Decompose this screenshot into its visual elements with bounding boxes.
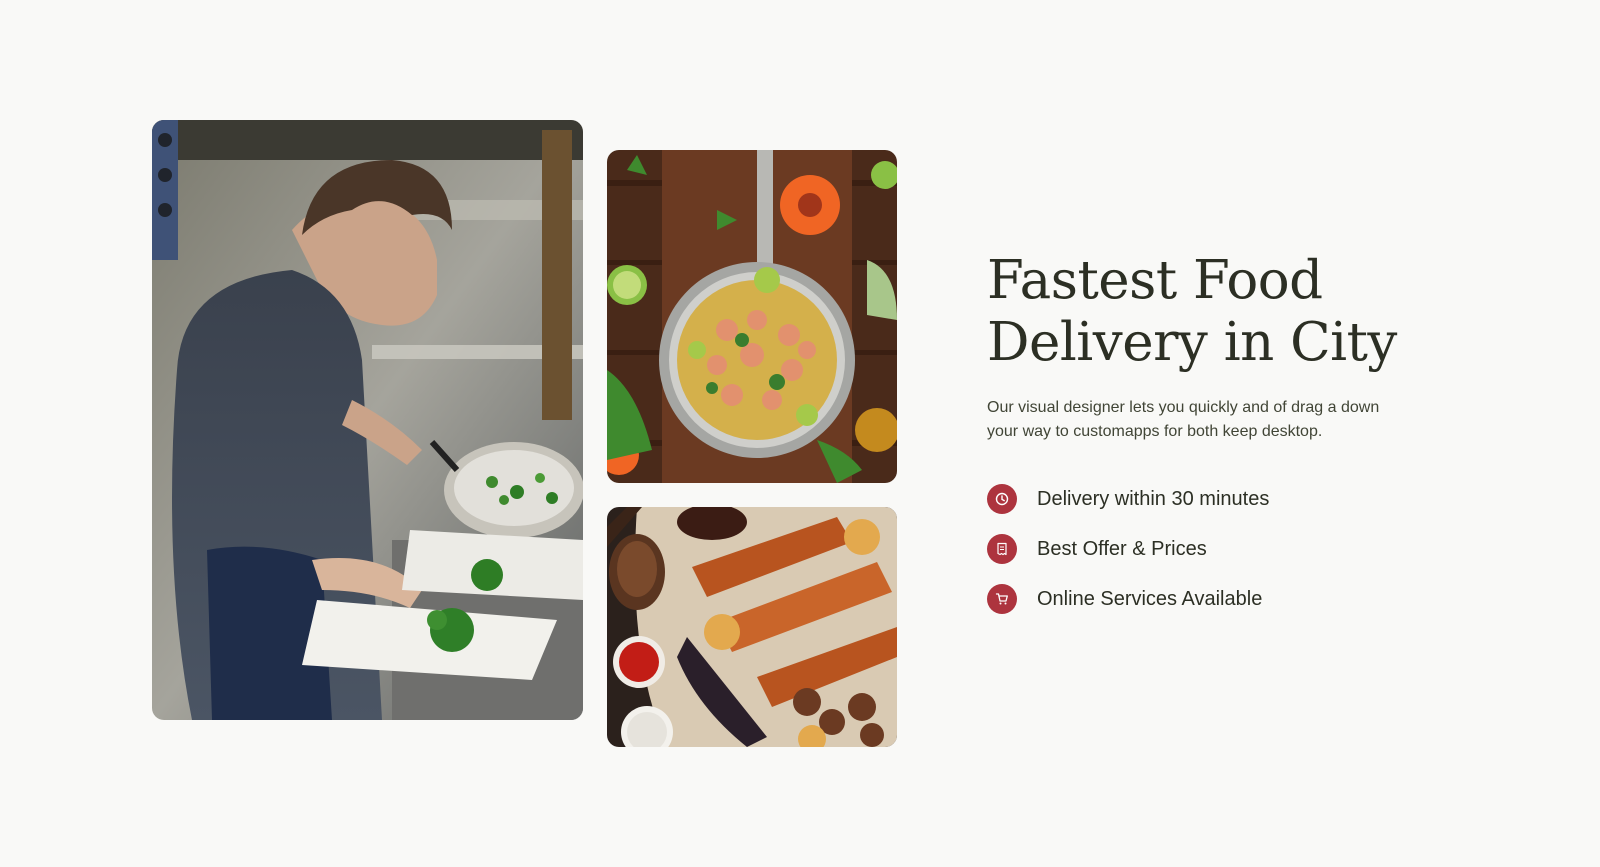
feature-label: Online Services Available: [1037, 587, 1263, 610]
heading-line-1: Fastest Food: [987, 250, 1323, 311]
feature-label: Best Offer & Prices: [1037, 537, 1207, 560]
feature-item-online-services: Online Services Available: [987, 584, 1467, 614]
cart-icon: [987, 584, 1017, 614]
shrimp-pan-photo: [607, 150, 897, 483]
receipt-icon: [987, 534, 1017, 564]
feature-item-delivery-time: Delivery within 30 minutes: [987, 484, 1467, 514]
feature-list: Delivery within 30 minutes Best Offer & …: [987, 484, 1467, 614]
feature-label: Delivery within 30 minutes: [1037, 487, 1270, 510]
chef-cooking-photo: [152, 120, 583, 720]
section-heading: Fastest Food Delivery in City: [987, 250, 1467, 374]
heading-line-2: Delivery in City: [987, 312, 1397, 373]
section-description: Our visual designer lets you quickly and…: [987, 399, 1380, 440]
clock-icon: [987, 484, 1017, 514]
feature-item-best-offer: Best Offer & Prices: [987, 534, 1467, 564]
grilled-platter-photo: [607, 507, 897, 747]
delivery-section: Fastest Food Delivery in City Our visual…: [987, 250, 1467, 634]
